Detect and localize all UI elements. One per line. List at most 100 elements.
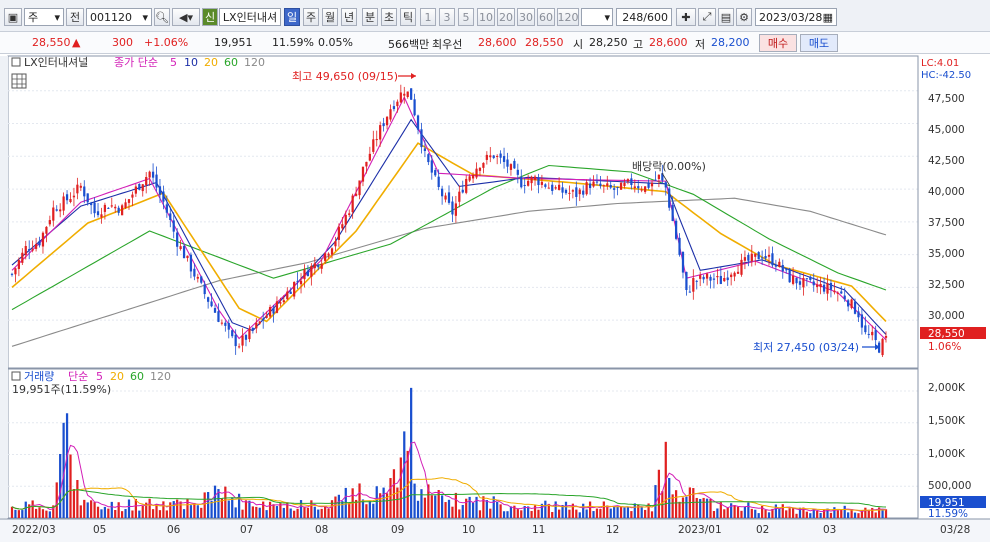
crosshair-icon[interactable]: ✚ [676, 8, 696, 26]
volume-bar [774, 504, 778, 518]
volume-bar [578, 512, 581, 518]
prev-button[interactable]: 전 [66, 8, 84, 26]
interval-custom[interactable]: ▾ [581, 8, 613, 26]
candle-body [172, 220, 175, 232]
candle-body [21, 252, 24, 263]
interval-3[interactable]: 3 [439, 8, 455, 26]
volume-bar [83, 499, 86, 518]
gear-icon[interactable]: ⚙ [736, 8, 752, 26]
period-second[interactable]: 초 [381, 8, 397, 26]
toolbar: ▣ 주 ▾ 전 001120 ▾ 🔍︎ ◀▾ 신 LX인터내셔 일 주 월 년 … [0, 0, 990, 32]
candle-body [688, 291, 691, 293]
volume-bar [847, 512, 850, 518]
volume-bar [530, 510, 533, 518]
candle-body [255, 322, 258, 329]
volume-bar [248, 500, 251, 518]
interval-60[interactable]: 60 [537, 8, 555, 26]
candle-body [723, 278, 726, 282]
candle-body [874, 330, 877, 341]
count-input[interactable]: 248/600 [616, 8, 672, 26]
candle-body [630, 178, 633, 185]
candle-body [826, 283, 829, 294]
candle-body [881, 338, 884, 356]
volume-bar [564, 501, 568, 518]
candle-body [613, 188, 616, 190]
volume-bar [303, 507, 306, 518]
grid-toggle-icon[interactable] [11, 73, 27, 89]
volume-bar [86, 502, 89, 518]
candle-body [76, 184, 79, 194]
candle-body [767, 254, 771, 257]
save-icon[interactable]: ▤ [718, 8, 734, 26]
candle-body [475, 168, 478, 178]
volume-bar [575, 509, 578, 518]
volume-bar [754, 509, 757, 518]
volume-bar [403, 431, 406, 518]
period-month[interactable]: 월 [322, 8, 338, 26]
candle-body [379, 125, 382, 140]
volume-bar [778, 508, 781, 518]
x-tick: 05 [93, 524, 106, 536]
volume-bar [716, 508, 719, 518]
candle-body [668, 188, 671, 208]
candle-body [310, 265, 313, 277]
volume-bar [141, 505, 144, 518]
candle-body [65, 194, 69, 201]
candle-body [244, 334, 248, 340]
period-year[interactable]: 년 [341, 8, 357, 26]
candle-body [100, 214, 103, 218]
candle-body [554, 187, 557, 189]
volume-bar [317, 509, 320, 518]
interval-5[interactable]: 5 [458, 8, 474, 26]
candle-body [736, 271, 740, 274]
date-input[interactable]: 2023/03/28 ▦ [755, 8, 837, 26]
candle-body [348, 213, 351, 215]
candle-body [819, 283, 822, 288]
candle-body [59, 209, 62, 212]
interval-1[interactable]: 1 [420, 8, 436, 26]
candle-body [179, 246, 182, 250]
volume-bar [189, 505, 193, 518]
interval-10[interactable]: 10 [477, 8, 495, 26]
candle-body [471, 174, 475, 179]
candle-body [282, 300, 285, 303]
interval-20[interactable]: 20 [497, 8, 515, 26]
search-icon[interactable]: 🔍︎ [154, 8, 170, 26]
candle-body [743, 257, 747, 261]
interval-120[interactable]: 120 [557, 8, 579, 26]
buy-button[interactable]: 매수 [759, 34, 797, 52]
stock-chart[interactable]: LC:4.01 HC:-42.50 47,500 45,000 42,500 4… [0, 55, 990, 542]
candle-body [31, 249, 34, 251]
volume-bar [120, 511, 124, 518]
candle-body [726, 277, 729, 281]
volume-bar [244, 500, 248, 518]
candle-body [324, 253, 327, 261]
candle-body [829, 282, 833, 290]
vlegend-ma20: 20 [110, 370, 124, 383]
sell-button[interactable]: 매도 [800, 34, 838, 52]
candle-body [372, 139, 375, 152]
candle-body [644, 186, 647, 192]
candle-body [241, 335, 244, 346]
draw-icon[interactable]: ⤢ [698, 8, 716, 26]
volume-bar [179, 501, 182, 518]
up-arrow-icon: ▲ [72, 36, 81, 49]
speaker-icon[interactable]: ◀▾ [172, 8, 200, 26]
candle-body [454, 203, 458, 216]
candle-body [361, 166, 365, 182]
code-input[interactable]: 001120 ▾ [86, 8, 152, 26]
window-icon[interactable]: ▣ [4, 8, 22, 26]
candle-body [358, 180, 361, 196]
period-tick[interactable]: 틱 [400, 8, 416, 26]
volume-bar [819, 512, 822, 518]
vlegend-ma5: 5 [96, 370, 103, 383]
interval-30[interactable]: 30 [517, 8, 535, 26]
volume-bar [196, 505, 199, 518]
volume-bar [516, 509, 519, 518]
period-week[interactable]: 주 [303, 8, 319, 26]
price-change: 300 [112, 36, 133, 49]
market-select[interactable]: 주 ▾ [24, 8, 64, 26]
candle-body [251, 328, 254, 330]
period-day[interactable]: 일 [284, 8, 300, 26]
period-minute[interactable]: 분 [362, 8, 378, 26]
